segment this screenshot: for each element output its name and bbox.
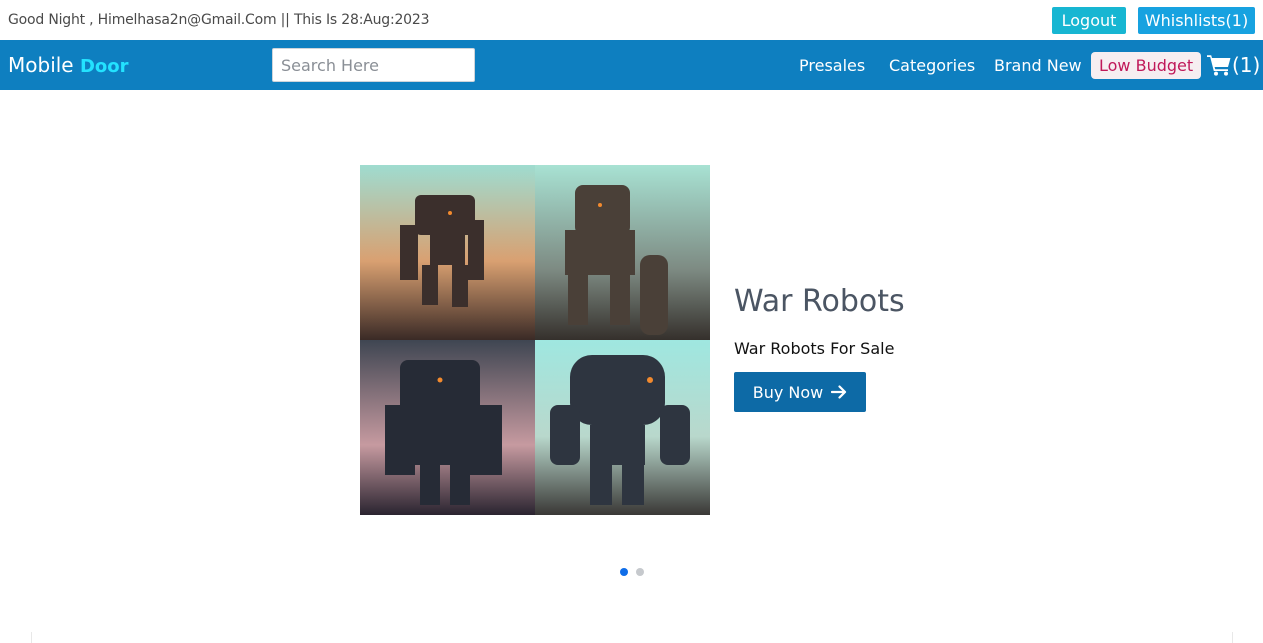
nav-link-presales[interactable]: Presales [799, 56, 865, 75]
buy-now-button[interactable]: Buy Now [734, 372, 866, 412]
cart-link[interactable]: (1) [1207, 53, 1260, 77]
arrow-right-icon [831, 385, 847, 399]
nav-link-brand-new[interactable]: Brand New [994, 56, 1082, 75]
robots-artwork [360, 165, 710, 515]
shopping-cart-icon [1207, 55, 1231, 76]
brand-main-text: Mobile [8, 53, 80, 77]
brand-accent-text: Door [79, 56, 129, 77]
content-container-edge [31, 632, 1233, 643]
carousel-dot-1[interactable] [620, 568, 628, 576]
nav-link-low-budget[interactable]: Low Budget [1091, 52, 1202, 79]
hero-image-war-robots [360, 165, 710, 515]
hero-subtitle: War Robots For Sale [734, 339, 895, 358]
greeting-text: Good Night , Himelhasa2n@Gmail.Com || Th… [8, 12, 430, 28]
carousel-indicators [620, 568, 644, 576]
main-navbar: Mobile Door Presales Categories Brand Ne… [0, 40, 1263, 90]
buy-now-label: Buy Now [752, 382, 824, 402]
logout-button[interactable]: Logout [1052, 7, 1126, 34]
carousel-dot-2[interactable] [636, 568, 644, 576]
search-input[interactable] [272, 48, 475, 82]
top-bar: Good Night , Himelhasa2n@Gmail.Com || Th… [0, 0, 1263, 40]
brand-logo[interactable]: Mobile Door [8, 53, 129, 77]
cart-count: (1) [1232, 53, 1261, 77]
hero-title: War Robots [734, 284, 905, 319]
nav-link-categories[interactable]: Categories [889, 56, 975, 75]
wishlist-button[interactable]: Whishlists(1) [1138, 7, 1255, 34]
